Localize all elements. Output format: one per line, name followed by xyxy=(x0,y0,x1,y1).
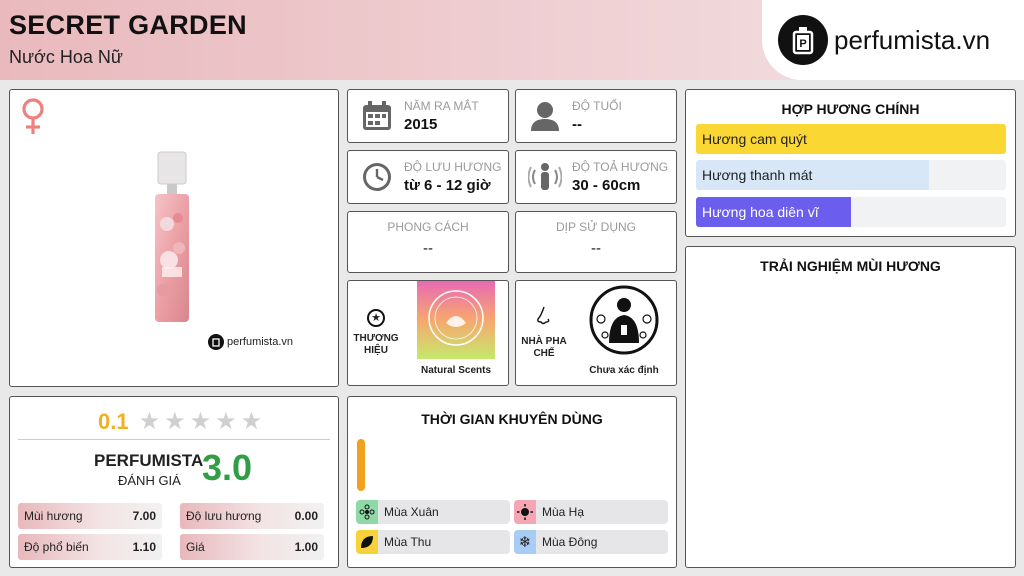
recommended-time-panel: THỜI GIAN KHUYÊN DÙNG Mùa Xuân Mùa Hạ Mù… xyxy=(347,396,677,568)
page-title: SECRET GARDEN xyxy=(9,10,247,40)
perfumista-rating: PERFUMISTA ĐÁNH GIÁ 3.0 xyxy=(94,447,294,489)
stat-label: Giá xyxy=(186,540,205,554)
style-value: -- xyxy=(423,240,433,257)
user-rating-score: 0.1 xyxy=(98,408,129,434)
longevity-label: ĐỘ LƯU HƯƠNG xyxy=(404,160,502,174)
brand-card[interactable]: ★ THƯƠNG HIỆU Natural Scents xyxy=(347,280,509,386)
user-icon xyxy=(528,99,562,133)
season-label: Mùa Xuân xyxy=(384,505,439,519)
stat-label: Độ lưu hương xyxy=(186,509,262,523)
female-icon xyxy=(18,96,48,141)
sillage-label: ĐỘ TOẢ HƯƠNG xyxy=(572,160,669,174)
divider xyxy=(18,439,330,440)
sillage-card: ĐỘ TOẢ HƯƠNG 30 - 60cm xyxy=(515,150,677,204)
sun-icon xyxy=(514,500,536,524)
brand-label: THƯƠNG HIỆU xyxy=(353,333,399,356)
sillage-value: 30 - 60cm xyxy=(572,177,641,194)
star-badge-icon: ★ xyxy=(367,309,385,327)
star-icon[interactable]: ★ xyxy=(190,407,212,436)
stat-label: Độ phổ biến xyxy=(24,540,89,554)
season-spring: Mùa Xuân xyxy=(356,500,510,524)
occasion-label: DỊP SỬ DỤNG xyxy=(555,220,637,234)
logo-text: perfumista.vn xyxy=(834,24,991,55)
occasion-value: -- xyxy=(591,240,601,257)
stat-value: 0.00 xyxy=(294,509,318,523)
style-card: PHONG CÁCH -- xyxy=(347,211,509,273)
accord-label: Hương cam quýt xyxy=(702,131,807,147)
person-radiating-icon xyxy=(528,160,562,194)
watermark-text: perfumista.vn xyxy=(227,336,294,348)
nose-icon xyxy=(535,306,553,330)
scent-experience-panel: TRẢI NGHIỆM MÙI HƯƠNG xyxy=(685,246,1016,568)
accord-bar: Hương hoa diên vĩ xyxy=(696,197,1006,227)
perfumer-card[interactable]: NHÀ PHA CHẾ Chưa xác định xyxy=(515,280,677,386)
stat-price: Giá 1.00 xyxy=(180,534,324,560)
stat-value: 7.00 xyxy=(132,509,156,523)
accord-label: Hương thanh mát xyxy=(702,167,813,183)
review-label: ĐÁNH GIÁ xyxy=(118,473,181,488)
page-subtitle: Nước Hoa Nữ xyxy=(9,47,123,67)
brand-name: Natural Scents xyxy=(420,365,492,376)
perfume-bottle-logo-icon: P xyxy=(778,15,828,65)
perfume-bottle-logo-icon xyxy=(208,334,224,350)
day-night-bar xyxy=(357,439,365,491)
brand-logo[interactable]: P perfumista.vn xyxy=(762,0,1024,80)
perfumer-name: Chưa xác định xyxy=(589,365,659,376)
product-image-panel: perfumista.vn xyxy=(9,89,339,387)
release-year-label: NĂM RA MẮT xyxy=(404,99,479,113)
season-label: Mùa Thu xyxy=(384,535,432,549)
age-value: -- xyxy=(572,116,582,133)
perfumista-label: PERFUMISTA xyxy=(94,451,204,470)
accords-title: HỢP HƯƠNG CHÍNH xyxy=(781,101,920,117)
main-accords-panel: HỢP HƯƠNG CHÍNH Hương cam quýt Hương tha… xyxy=(685,89,1016,237)
season-label: Mùa Hạ xyxy=(542,505,585,519)
snowflake-icon: ❄ xyxy=(514,530,536,554)
accord-bar: Hương thanh mát xyxy=(696,160,1006,190)
stat-popularity: Độ phổ biến 1.10 xyxy=(18,534,162,560)
user-rating: 0.1 ★ ★ ★ ★ ★ xyxy=(98,407,262,436)
stat-label: Mùi hương xyxy=(24,509,83,523)
occasion-card: DỊP SỬ DỤNG -- xyxy=(515,211,677,273)
stat-longevity: Độ lưu hương 0.00 xyxy=(180,503,324,529)
season-autumn: Mùa Thu xyxy=(356,530,510,554)
watermark: perfumista.vn xyxy=(208,334,293,350)
longevity-value: từ 6 - 12 giờ xyxy=(404,177,491,194)
star-icon[interactable]: ★ xyxy=(164,407,186,436)
age-label: ĐỘ TUỔI xyxy=(572,99,622,113)
clock-icon xyxy=(360,160,394,194)
stat-value: 1.10 xyxy=(132,540,156,554)
rating-panel: 0.1 ★ ★ ★ ★ ★ PERFUMISTA ĐÁNH GIÁ 3.0 Mù… xyxy=(9,396,339,568)
svg-text:P: P xyxy=(799,38,806,50)
release-year-value: 2015 xyxy=(404,116,438,133)
season-summer: Mùa Hạ xyxy=(514,500,668,524)
longevity-card: ĐỘ LƯU HƯƠNG từ 6 - 12 giờ xyxy=(347,150,509,204)
star-icon[interactable]: ★ xyxy=(215,407,237,436)
stat-scent: Mùi hương 7.00 xyxy=(18,503,162,529)
stat-value: 1.00 xyxy=(294,540,318,554)
star-icon[interactable]: ★ xyxy=(241,407,263,436)
season-label: Mùa Đông xyxy=(542,535,598,549)
header: SECRET GARDEN Nước Hoa Nữ P perfumista.v… xyxy=(0,0,1024,80)
experience-title: TRẢI NGHIỆM MÙI HƯƠNG xyxy=(760,258,941,274)
age-card: ĐỘ TUỔI -- xyxy=(515,89,677,143)
perfume-bottle-image xyxy=(151,150,193,325)
release-year-card: NĂM RA MẮT 2015 xyxy=(347,89,509,143)
perfumer-label: NHÀ PHA CHẾ xyxy=(521,336,567,359)
leaf-icon xyxy=(356,530,378,554)
perfumista-score: 3.0 xyxy=(202,447,253,488)
timing-title: THỜI GIAN KHUYÊN DÙNG xyxy=(421,411,603,427)
style-label: PHONG CÁCH xyxy=(387,220,469,234)
calendar-icon xyxy=(360,99,394,133)
brand-logo-image xyxy=(417,281,495,359)
accord-label: Hương hoa diên vĩ xyxy=(702,204,819,220)
perfumer-avatar-image xyxy=(585,281,663,359)
star-icon[interactable]: ★ xyxy=(139,407,161,436)
season-winter: ❄ Mùa Đông xyxy=(514,530,668,554)
flower-icon xyxy=(356,500,378,524)
accord-bar: Hương cam quýt xyxy=(696,124,1006,154)
